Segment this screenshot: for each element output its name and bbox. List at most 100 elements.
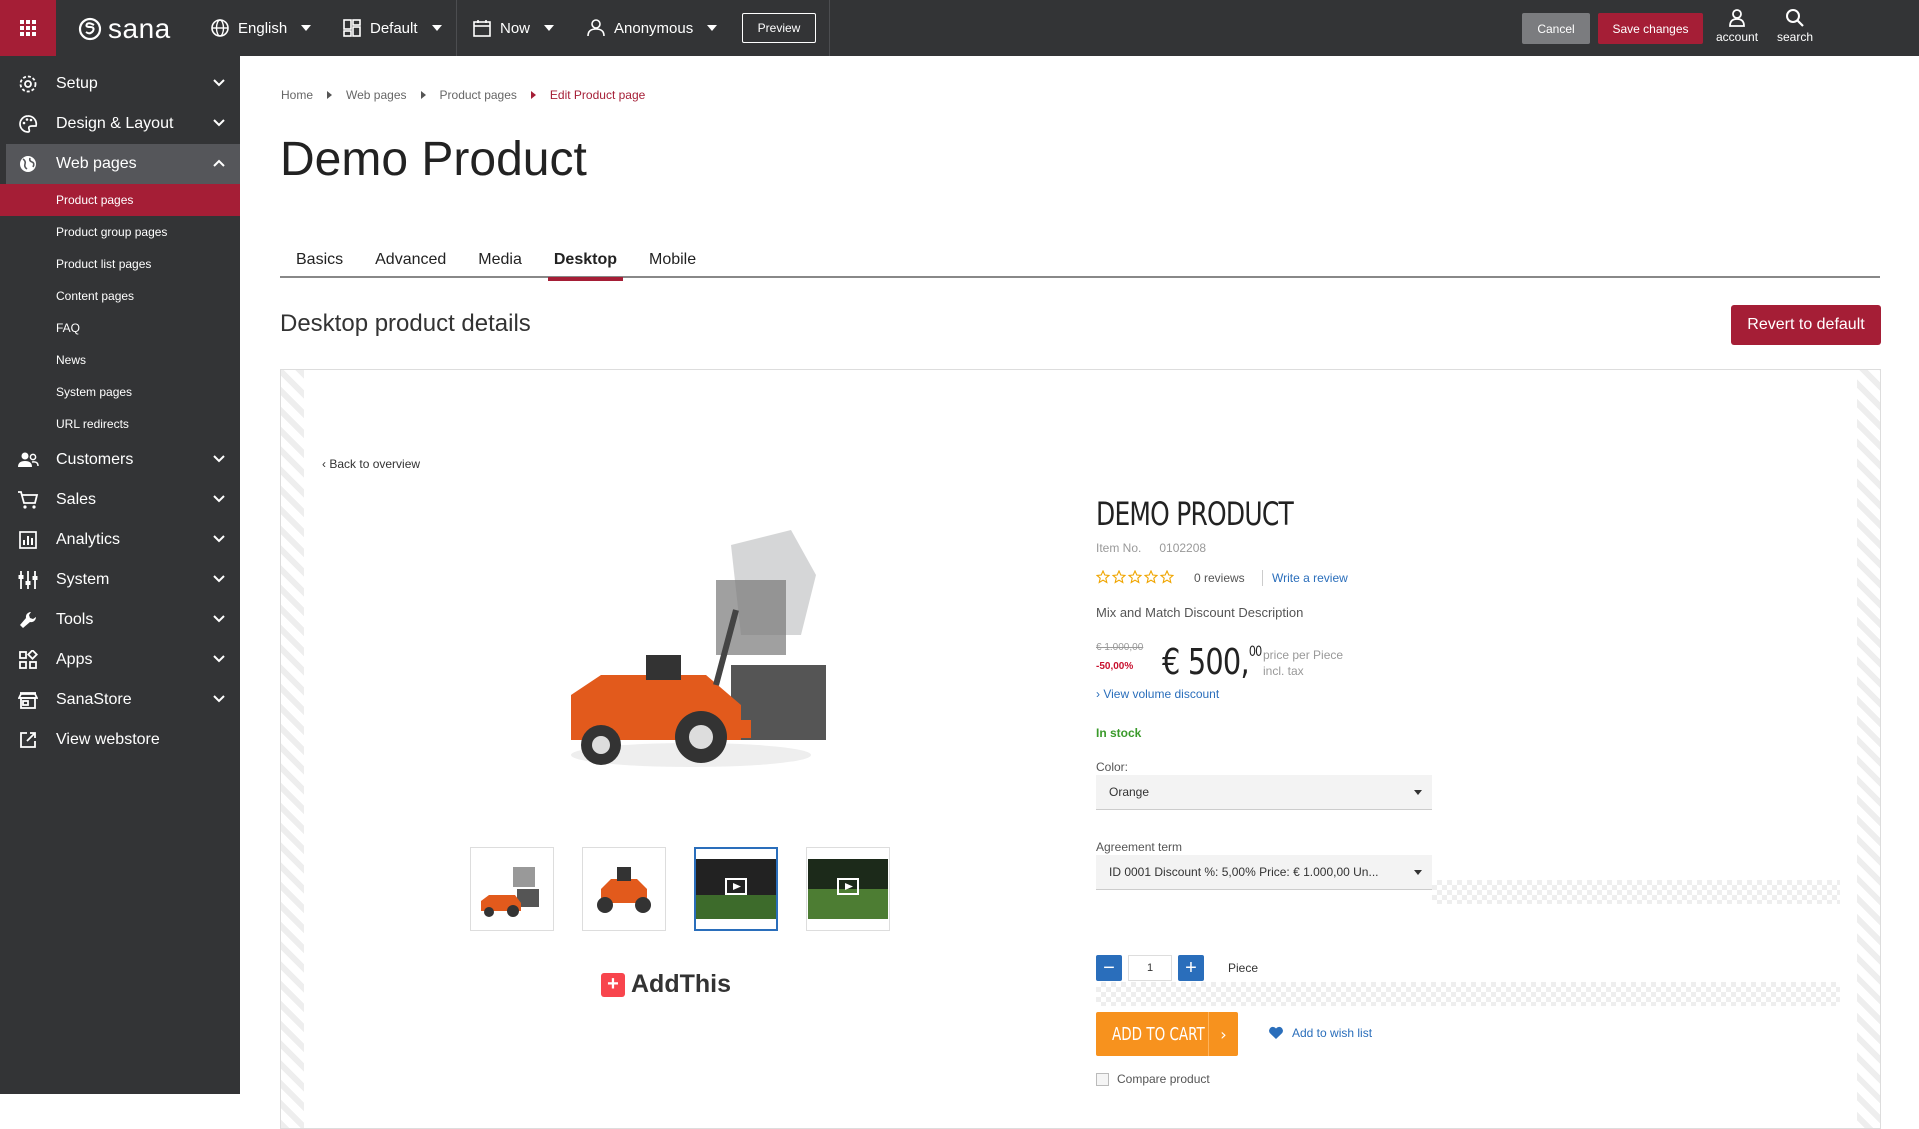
star-icon — [1112, 570, 1126, 584]
sidebar-item-tools[interactable]: Tools — [0, 600, 240, 640]
language-label: English — [238, 19, 288, 37]
quantity-unit: Piece — [1228, 961, 1259, 975]
thumbnail-video-1[interactable] — [694, 847, 778, 931]
sidebar-item-label: Design & Layout — [56, 115, 174, 132]
back-to-overview-link[interactable]: ‹ Back to overview — [322, 457, 420, 471]
sidebar-item-design-layout[interactable]: Design & Layout — [0, 104, 240, 144]
tab-media[interactable]: Media — [462, 242, 538, 278]
sidebar-item-setup[interactable]: Setup — [0, 64, 240, 104]
sidebar-item-view-webstore[interactable]: View webstore — [0, 720, 240, 760]
sidebar-item-label: Customers — [56, 451, 134, 468]
breadcrumb-arrow-icon — [530, 91, 536, 99]
preview-button[interactable]: Preview — [742, 13, 816, 43]
chevron-down-icon — [213, 695, 225, 703]
quantity-increase-button[interactable]: + — [1178, 955, 1204, 981]
sidebar-item-sales[interactable]: Sales — [0, 480, 240, 520]
sidebar-subitem-faq[interactable]: FAQ — [0, 312, 240, 344]
review-count: 0 reviews — [1194, 571, 1245, 585]
write-review-link[interactable]: Write a review — [1272, 571, 1348, 585]
sidebar-subitem-news[interactable]: News — [0, 344, 240, 376]
date-label: Now — [500, 19, 531, 37]
breadcrumb-current: Edit Product page — [549, 88, 646, 102]
rating-stars — [1096, 570, 1174, 584]
thumbnail-2[interactable] — [582, 847, 666, 931]
video-thumbnail-image — [808, 859, 888, 919]
heart-icon — [1269, 1026, 1283, 1039]
star-icon — [1144, 570, 1158, 584]
back-link-label: Back to overview — [329, 457, 421, 471]
sidebar-item-apps[interactable]: Apps — [0, 640, 240, 680]
tab-advanced[interactable]: Advanced — [359, 242, 462, 278]
sidebar-item-label: SanaStore — [56, 691, 132, 708]
search-button[interactable]: search — [1777, 8, 1813, 44]
sana-logo-icon — [78, 17, 102, 41]
plus-icon: + — [601, 972, 625, 997]
tax-note: incl. tax — [1263, 664, 1304, 678]
sidebar: Setup Design & Layout Web pages Product … — [0, 56, 240, 1094]
sana-logo[interactable]: sana — [78, 13, 171, 45]
user-selector[interactable]: Anonymous — [586, 0, 718, 56]
sidebar-subitem-product-list-pages[interactable]: Product list pages — [0, 248, 240, 280]
product-price: € 500,00 — [1162, 642, 1262, 683]
sidebar-subitem-product-pages[interactable]: Product pages — [0, 184, 240, 216]
chevron-up-icon — [213, 159, 225, 167]
globe-icon — [211, 19, 229, 37]
breadcrumb: Home Web pages Product pages Edit Produc… — [281, 88, 645, 102]
layout-label: Default — [370, 19, 418, 37]
breadcrumb-web-pages[interactable]: Web pages — [346, 88, 407, 102]
add-to-wish-list-link[interactable]: Add to wish list — [1268, 1026, 1372, 1040]
apps-menu-button[interactable] — [0, 0, 56, 56]
layout-selector[interactable]: Default — [342, 0, 442, 56]
volume-discount-link[interactable]: › View volume discount — [1096, 687, 1219, 701]
item-number-label: Item No. — [1096, 541, 1142, 555]
tab-desktop[interactable]: Desktop — [538, 242, 633, 281]
chevron-down-icon — [213, 615, 225, 623]
sidebar-item-label: Analytics — [56, 531, 121, 548]
language-selector[interactable]: English — [210, 0, 312, 56]
video-thumbnail-image — [696, 859, 776, 919]
topbar-divider — [456, 0, 457, 56]
quantity-input[interactable]: 1 — [1128, 955, 1172, 981]
save-changes-button[interactable]: Save changes — [1598, 13, 1703, 44]
sidebar-subitem-content-pages[interactable]: Content pages — [0, 280, 240, 312]
breadcrumb-arrow-icon — [420, 91, 426, 99]
palette-icon — [16, 112, 40, 136]
sidebar-subitem-product-group-pages[interactable]: Product group pages — [0, 216, 240, 248]
calendar-icon — [473, 20, 491, 37]
chevron-left-icon: ‹ — [322, 457, 326, 471]
agreement-label: Agreement term — [1096, 840, 1183, 854]
date-selector[interactable]: Now — [472, 0, 555, 56]
product-main-image[interactable] — [541, 515, 861, 785]
wrench-icon — [16, 608, 40, 632]
addthis-share[interactable]: + AddThis — [601, 970, 731, 999]
logo-text: sana — [108, 13, 171, 44]
sidebar-item-analytics[interactable]: Analytics — [0, 520, 240, 560]
tab-basics[interactable]: Basics — [280, 242, 359, 278]
caret-down-icon — [1414, 790, 1422, 795]
compare-product-checkbox[interactable]: Compare product — [1096, 1072, 1210, 1086]
sidebar-item-sanastore[interactable]: SanaStore — [0, 680, 240, 720]
color-select[interactable]: Orange — [1096, 775, 1432, 810]
sidebar-subitem-url-redirects[interactable]: URL redirects — [0, 408, 240, 440]
sidebar-item-web-pages[interactable]: Web pages — [6, 144, 240, 184]
sidebar-item-system[interactable]: System — [0, 560, 240, 600]
page-title: Demo Product — [280, 133, 587, 186]
sidebar-item-label: Web pages — [56, 155, 137, 172]
sidebar-item-customers[interactable]: Customers — [0, 440, 240, 480]
add-to-cart-button[interactable]: ADD TO CART › — [1096, 1012, 1238, 1056]
tab-mobile[interactable]: Mobile — [633, 242, 712, 278]
thumbnail-video-2[interactable] — [806, 847, 890, 931]
sidebar-item-label: Apps — [56, 651, 93, 668]
account-button[interactable]: account — [1716, 8, 1758, 44]
user-label: Anonymous — [614, 19, 694, 37]
agreement-select[interactable]: ID 0001 Discount %: 5,00% Price: € 1.000… — [1096, 855, 1432, 890]
sidebar-subitem-system-pages[interactable]: System pages — [0, 376, 240, 408]
quantity-decrease-button[interactable]: − — [1096, 955, 1122, 981]
revert-to-default-button[interactable]: Revert to default — [1731, 305, 1881, 345]
cancel-button[interactable]: Cancel — [1522, 13, 1590, 44]
breadcrumb-product-pages[interactable]: Product pages — [440, 88, 517, 102]
breadcrumb-home[interactable]: Home — [281, 88, 313, 102]
thumbnail-1[interactable] — [470, 847, 554, 931]
tab-bar: Basics Advanced Media Desktop Mobile — [280, 242, 1880, 281]
chevron-down-icon — [213, 575, 225, 583]
